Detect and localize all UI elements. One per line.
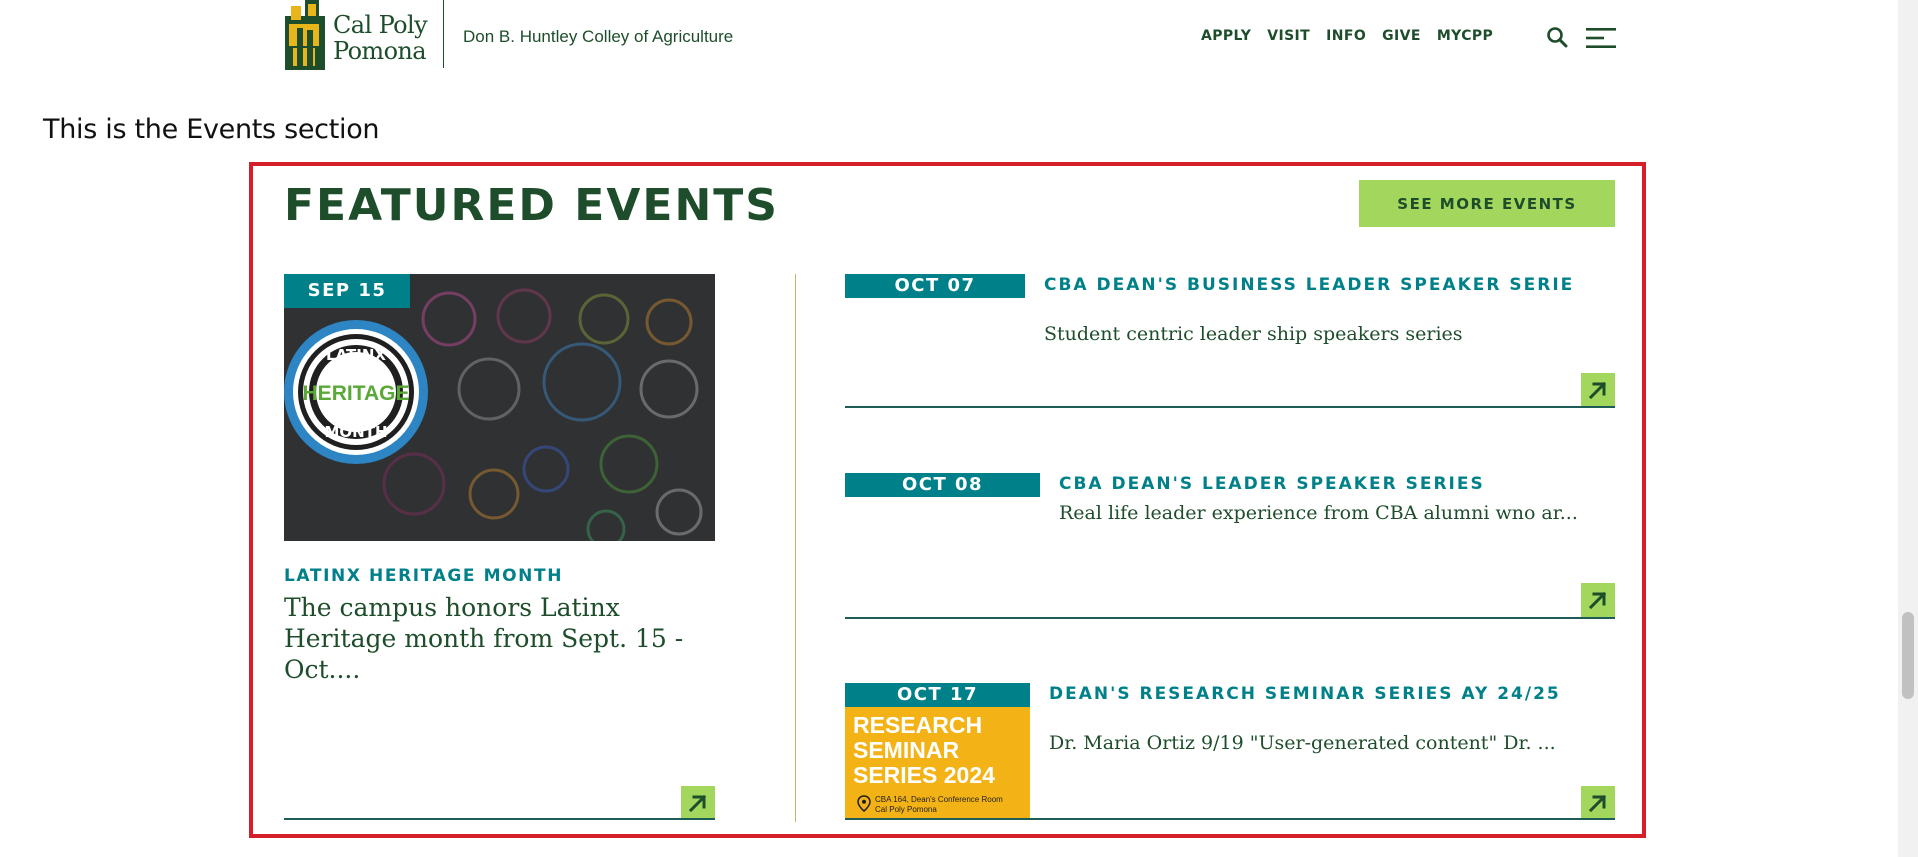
event-date-badge: OCT 08 xyxy=(845,473,1040,497)
column-divider xyxy=(795,274,796,822)
event-title[interactable]: CBA DEAN'S LEADER SPEAKER SERIES xyxy=(1059,475,1615,494)
featured-card-rule xyxy=(284,818,715,820)
event-title[interactable]: CBA DEAN'S BUSINESS LEADER SPEAKER SERIE xyxy=(1044,276,1614,295)
event-rule xyxy=(845,818,1615,820)
heritage-text-bottom: MONTH xyxy=(324,423,387,441)
arrow-up-right-icon xyxy=(1588,381,1607,400)
event-title[interactable]: DEAN'S RESEARCH SEMINAR SERIES AY 24/25 xyxy=(1049,685,1609,704)
event-arrow-button[interactable] xyxy=(1581,373,1615,407)
see-more-events-button[interactable]: SEE MORE EVENTS xyxy=(1359,180,1615,227)
location-pin-icon xyxy=(857,795,871,812)
nav-give[interactable]: GIVE xyxy=(1382,28,1421,44)
nav-mycpp[interactable]: MYCPP xyxy=(1437,28,1493,44)
event-date-badge: OCT 07 xyxy=(845,274,1025,298)
thumbnail-title: RESEARCH SEMINAR SERIES 2024 xyxy=(853,712,995,788)
page-scrollbar[interactable] xyxy=(1898,0,1918,857)
top-nav: APPLY VISIT INFO GIVE MYCPP xyxy=(1201,28,1509,44)
featured-arrow-button[interactable] xyxy=(681,786,715,820)
search-icon[interactable] xyxy=(1546,26,1568,48)
site-header: Cal Poly Pomona Don B. Huntley Colley of… xyxy=(0,0,1898,78)
college-name[interactable]: Don B. Huntley Colley of Agriculture xyxy=(463,27,733,47)
logo-mark-icon xyxy=(285,0,325,70)
arrow-up-right-icon xyxy=(688,794,707,813)
nav-info[interactable]: INFO xyxy=(1326,28,1366,44)
event-date-badge: OCT 17 xyxy=(845,683,1030,707)
nav-visit[interactable]: VISIT xyxy=(1267,28,1310,44)
logo-line-2: Pomona xyxy=(333,37,427,65)
event-description: Dr. Maria Ortiz 9/19 "User-generated con… xyxy=(1049,732,1556,754)
event-arrow-button[interactable] xyxy=(1581,786,1615,820)
header-divider xyxy=(443,0,444,68)
event-rule xyxy=(845,617,1615,619)
featured-date-badge: SEP 15 xyxy=(284,274,410,308)
scrollbar-thumb[interactable] xyxy=(1902,612,1914,699)
section-caption: This is the Events section xyxy=(43,114,380,145)
thumbnail-location: CBA 164, Dean's Conference Room Cal Poly… xyxy=(875,795,1003,814)
logo-line-1: Cal Poly xyxy=(333,11,428,39)
arrow-up-right-icon xyxy=(1588,591,1607,610)
hamburger-menu-icon[interactable] xyxy=(1586,27,1616,49)
logo-wordmark: Cal Poly Pomona xyxy=(333,11,428,65)
heritage-pattern-graphic: LATINX HERITAGE MONTH xyxy=(284,288,703,541)
event-arrow-button[interactable] xyxy=(1581,583,1615,617)
featured-events-title: FEATURED EVENTS xyxy=(284,180,779,231)
latinx-heritage-image[interactable]: LATINX HERITAGE MONTH xyxy=(284,274,715,541)
event-description: Real life leader experience from CBA alu… xyxy=(1059,502,1578,524)
featured-event-kicker[interactable]: LATINX HERITAGE MONTH xyxy=(284,566,563,586)
heritage-text-middle: HERITAGE xyxy=(303,382,410,405)
heritage-text-top: LATINX xyxy=(326,346,386,364)
arrow-up-right-icon xyxy=(1588,794,1607,813)
cal-poly-pomona-logo[interactable]: Cal Poly Pomona xyxy=(283,0,431,70)
featured-event-description: The campus honors Latinx Heritage month … xyxy=(284,593,684,684)
event-rule xyxy=(845,406,1615,408)
nav-apply[interactable]: APPLY xyxy=(1201,28,1251,44)
event-description: Student centric leader ship speakers ser… xyxy=(1044,323,1463,345)
